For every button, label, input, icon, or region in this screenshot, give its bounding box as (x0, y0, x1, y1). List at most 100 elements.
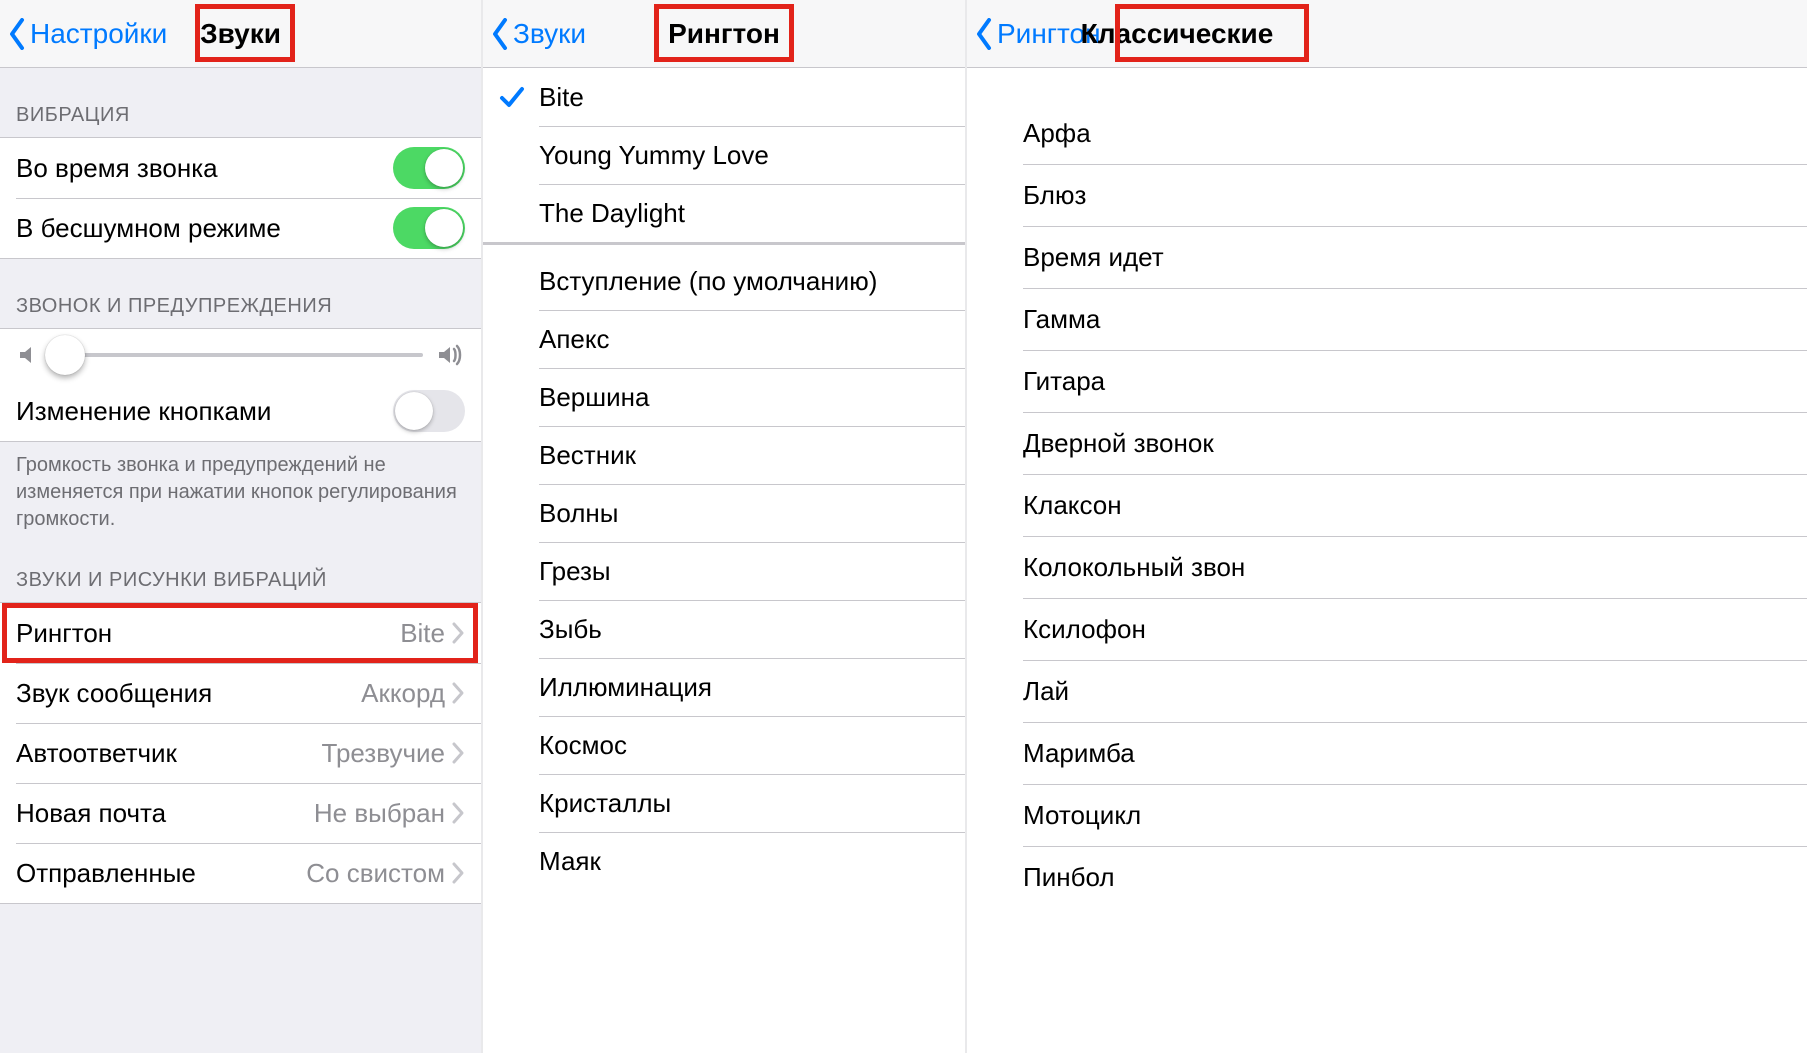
ringtone-item-label: Вступление (по умолчанию) (539, 266, 877, 297)
pane-classic: Рингтон Классические Арфа Блюз Время идет Г… (967, 0, 1807, 1053)
section-header-ringer: ЗВОНОК И ПРЕДУПРЕЖДЕНИЯ (0, 259, 481, 328)
ringtone-item[interactable]: Bite (483, 68, 965, 126)
ringtone-item-label: Кристаллы (539, 788, 671, 819)
classic-ringtone-item[interactable]: Лай (967, 660, 1807, 722)
classic-ringtone-item[interactable]: Мотоцикл (967, 784, 1807, 846)
volume-low-icon (16, 341, 44, 369)
classic-ringtone-item[interactable]: Клаксон (967, 474, 1807, 536)
nav-title-sounds: Звуки (200, 18, 281, 50)
back-button-sounds[interactable]: Звуки (491, 18, 586, 50)
footer-ringer: Громкость звонка и предупреждений не изм… (0, 442, 481, 533)
classic-ringtone-item[interactable]: Арфа (967, 102, 1807, 164)
group-ringer: Изменение кнопками (0, 328, 481, 442)
section-header-vibration: ВИБРАЦИЯ (0, 68, 481, 137)
classic-ringtone-item-label: Дверной звонок (1023, 428, 1214, 459)
back-button-settings[interactable]: Настройки (8, 18, 167, 50)
ringtone-item-label: Вершина (539, 382, 649, 413)
label-vibrate-on-silent: В бесшумном режиме (16, 213, 281, 244)
row-change-with-buttons[interactable]: Изменение кнопками (0, 381, 481, 441)
classic-ringtone-item[interactable]: Ксилофон (967, 598, 1807, 660)
row-text-tone[interactable]: Звук сообщения Аккорд (0, 663, 481, 723)
ringtone-item[interactable]: Апекс (483, 310, 965, 368)
label-ringtone: Рингтон (16, 618, 112, 649)
ringtone-item-label: Грезы (539, 556, 611, 587)
ringtone-item-label: Bite (539, 82, 584, 113)
classic-ringtone-item-label: Ксилофон (1023, 614, 1146, 645)
group-vibration: Во время звонка В бесшумном режиме (0, 137, 481, 259)
ringtone-item[interactable]: Young Yummy Love (483, 126, 965, 184)
value-text-tone: Аккорд (361, 678, 445, 709)
label-new-mail: Новая почта (16, 798, 166, 829)
ringtone-item[interactable]: The Daylight (483, 184, 965, 242)
switch-vibrate-on-ring[interactable] (393, 147, 465, 189)
row-vibrate-on-ring[interactable]: Во время звонка (0, 138, 481, 198)
classic-ringtone-item[interactable]: Колокольный звон (967, 536, 1807, 598)
navbar-sounds: Настройки Звуки (0, 0, 481, 68)
ringtone-item[interactable]: Иллюминация (483, 658, 965, 716)
classic-ringtone-item-label: Арфа (1023, 118, 1091, 149)
ringtone-item[interactable]: Вершина (483, 368, 965, 426)
list-classic-ringtones: Арфа Блюз Время идет Гамма Гитара Дверной зво… (967, 102, 1807, 908)
row-ringtone[interactable]: Рингтон Bite (0, 603, 481, 663)
ringtone-item[interactable]: Вестник (483, 426, 965, 484)
label-change-with-buttons: Изменение кнопками (16, 396, 271, 427)
checkmark-icon (499, 84, 525, 110)
ringtone-item-label: Иллюминация (539, 672, 712, 703)
label-vibrate-on-ring: Во время звонка (16, 153, 218, 184)
navbar-classic: Рингтон Классические (967, 0, 1807, 68)
ringtone-item-label: Волны (539, 498, 618, 529)
navbar-ringtone: Звуки Рингтон (483, 0, 965, 68)
classic-ringtone-item[interactable]: Пинбол (967, 846, 1807, 908)
chevron-right-icon (451, 681, 465, 705)
chevron-right-icon (451, 741, 465, 765)
ringtone-item-label: Космос (539, 730, 627, 761)
chevron-right-icon (451, 861, 465, 885)
list-ringtones-builtin: Вступление (по умолчанию) Апекс Вершина Вес… (483, 252, 965, 890)
separator-ringtone-groups (483, 242, 965, 244)
row-vibrate-on-silent[interactable]: В бесшумном режиме (0, 198, 481, 258)
classic-ringtone-item[interactable]: Блюз (967, 164, 1807, 226)
classic-ringtone-item-label: Время идет (1023, 242, 1164, 273)
ringtone-item-label: Зыбь (539, 614, 602, 645)
classic-ringtone-item-label: Мотоцикл (1023, 800, 1141, 831)
value-ringtone: Bite (400, 618, 445, 649)
switch-change-with-buttons[interactable] (393, 390, 465, 432)
classic-ringtone-item[interactable]: Дверной звонок (967, 412, 1807, 474)
classic-ringtone-item-label: Маримба (1023, 738, 1135, 769)
classic-ringtone-item-label: Пинбол (1023, 862, 1115, 893)
chevron-right-icon (451, 621, 465, 645)
slider-thumb[interactable] (45, 335, 85, 375)
row-voicemail[interactable]: Автоответчик Трезвучие (0, 723, 481, 783)
ringtone-item[interactable]: Космос (483, 716, 965, 774)
ringtone-item[interactable]: Волны (483, 484, 965, 542)
classic-ringtone-item-label: Клаксон (1023, 490, 1122, 521)
classic-ringtone-item-label: Гамма (1023, 304, 1100, 335)
nav-title-ringtone: Рингтон (668, 18, 780, 50)
classic-ringtone-item[interactable]: Маримба (967, 722, 1807, 784)
group-sound-patterns: Рингтон Bite Звук сообщения Аккорд Автоо… (0, 602, 481, 904)
ringtone-item[interactable]: Грезы (483, 542, 965, 600)
ringer-volume-slider[interactable] (58, 353, 423, 357)
switch-vibrate-on-silent[interactable] (393, 207, 465, 249)
classic-ringtone-item[interactable]: Гитара (967, 350, 1807, 412)
label-voicemail: Автоответчик (16, 738, 177, 769)
volume-high-icon (437, 341, 465, 369)
row-new-mail[interactable]: Новая почта Не выбран (0, 783, 481, 843)
classic-ringtone-item[interactable]: Гамма (967, 288, 1807, 350)
ringtone-item-label: Апекс (539, 324, 610, 355)
chevron-left-icon (491, 18, 509, 50)
ringtone-item[interactable]: Вступление (по умолчанию) (483, 252, 965, 310)
ringtone-item[interactable]: Маяк (483, 832, 965, 890)
row-ringer-volume[interactable] (0, 329, 481, 381)
back-label: Звуки (513, 18, 586, 50)
classic-ringtone-item[interactable]: Время идет (967, 226, 1807, 288)
row-sent-mail[interactable]: Отправленные Со свистом (0, 843, 481, 903)
ringtone-item-label: Маяк (539, 846, 601, 877)
chevron-left-icon (975, 18, 993, 50)
value-new-mail: Не выбран (314, 798, 445, 829)
ringtone-item[interactable]: Кристаллы (483, 774, 965, 832)
classic-ringtone-item-label: Лай (1023, 676, 1069, 707)
ringtone-item[interactable]: Зыбь (483, 600, 965, 658)
classic-ringtone-item-label: Колокольный звон (1023, 552, 1245, 583)
value-voicemail: Трезвучие (322, 738, 445, 769)
